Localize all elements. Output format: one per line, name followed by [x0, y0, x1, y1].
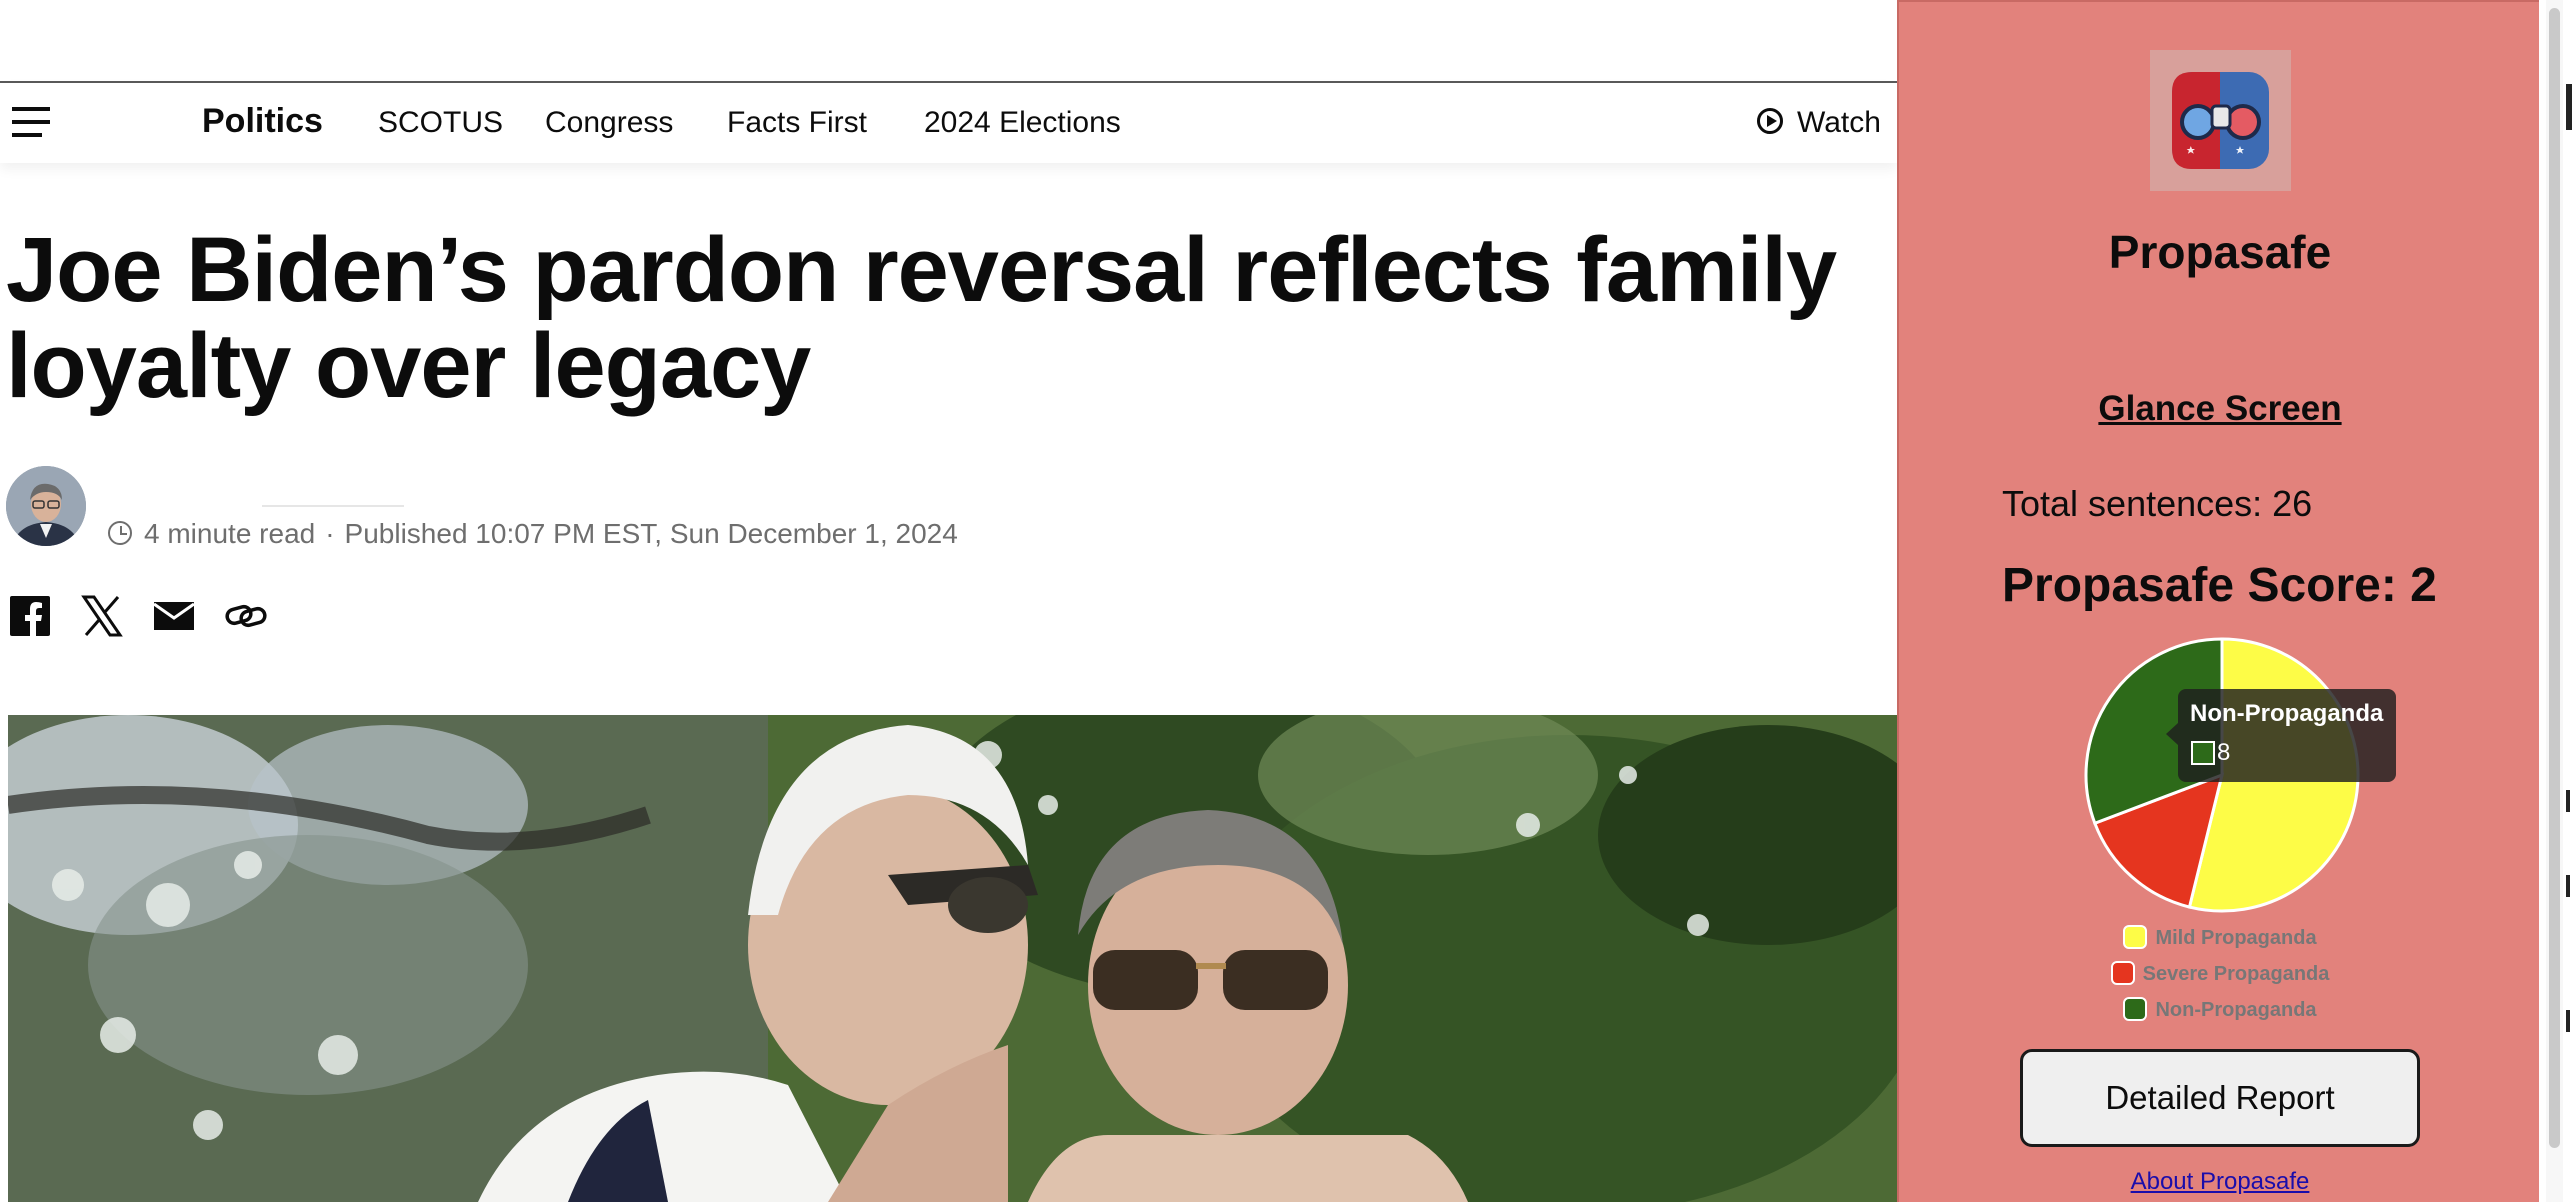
legend-item-severe[interactable]: Severe Propaganda — [1899, 956, 2539, 992]
x-icon[interactable] — [80, 594, 124, 638]
menu-icon[interactable] — [12, 107, 50, 137]
tooltip-title: Non-Propaganda — [2190, 700, 2384, 727]
play-icon — [1757, 108, 1783, 135]
propasafe-panel: Propasafe Glance Screen Total sentences:… — [1897, 0, 2539, 1202]
about-propasafe-link[interactable]: About Propasafe — [1899, 1166, 2539, 1198]
facebook-icon[interactable] — [8, 594, 52, 638]
tooltip-value: 8 — [2217, 739, 2231, 766]
byline-divider — [262, 505, 404, 507]
scrollbar-thumb[interactable] — [2549, 8, 2560, 1148]
nav-item-politics[interactable]: Politics — [202, 101, 323, 141]
hero-image — [8, 715, 1897, 1202]
headline-line-2: loyalty over legacy — [6, 315, 811, 417]
edge-fragment — [2566, 875, 2570, 897]
read-time: 4 minute read — [144, 518, 316, 549]
edge-fragment — [2566, 790, 2570, 812]
detailed-report-button[interactable]: Detailed Report — [2020, 1049, 2420, 1147]
article-headline: Joe Biden’s pardon reversal reflects fam… — [6, 222, 1886, 414]
nav-item-congress[interactable]: Congress — [545, 103, 673, 143]
legend-item-mild[interactable]: Mild Propaganda — [1899, 920, 2539, 956]
edge-fragment — [2566, 1010, 2570, 1032]
app-logo — [2150, 50, 2291, 191]
legend-label-mild: Mild Propaganda — [2155, 927, 2317, 949]
article-meta: 4 minute read · Published 10:07 PM EST, Su… — [108, 516, 958, 552]
propasafe-score: Propasafe Score: 2 — [2002, 559, 2437, 612]
email-icon[interactable] — [152, 594, 196, 638]
binoculars-icon — [2172, 72, 2269, 169]
legend-swatch-non — [2123, 996, 2148, 1021]
nav-item-facts-first[interactable]: Facts First — [727, 103, 867, 143]
tooltip-swatch — [2191, 741, 2215, 765]
watch-button[interactable]: Watch — [1757, 103, 1881, 143]
link-icon[interactable] — [224, 594, 268, 638]
published-date: Published 10:07 PM EST, Sun December 1, … — [344, 518, 958, 549]
clock-icon — [108, 520, 132, 545]
author-avatar[interactable] — [6, 466, 86, 546]
chart-legend: Mild Propaganda Severe Propaganda Non-Pr… — [1899, 920, 2539, 1028]
app-title: Propasafe — [2108, 226, 2332, 278]
legend-label-severe: Severe Propaganda — [2142, 963, 2330, 985]
legend-swatch-mild — [2123, 924, 2148, 949]
legend-label-non: Non-Propaganda — [2155, 999, 2317, 1021]
chart-tooltip: Non-Propaganda 8 — [2166, 689, 2396, 782]
total-sentences: Total sentences: 26 — [2002, 483, 2313, 524]
edge-fragment — [2566, 84, 2572, 130]
watch-label: Watch — [1797, 106, 1881, 139]
section-nav: Politics SCOTUS Congress Facts First 202… — [0, 83, 1897, 163]
legend-item-non[interactable]: Non-Propaganda — [1899, 992, 2539, 1028]
legend-swatch-severe — [2110, 960, 2135, 985]
headline-line-1: Joe Biden’s pardon reversal reflects fam… — [6, 219, 1837, 321]
glance-screen-heading[interactable]: Glance Screen — [1899, 387, 2539, 431]
meta-separator: · — [325, 518, 335, 549]
nav-item-2024-elections[interactable]: 2024 Elections — [924, 103, 1121, 143]
article-page: Politics SCOTUS Congress Facts First 202… — [0, 0, 1897, 1202]
nav-item-scotus[interactable]: SCOTUS — [378, 103, 503, 143]
